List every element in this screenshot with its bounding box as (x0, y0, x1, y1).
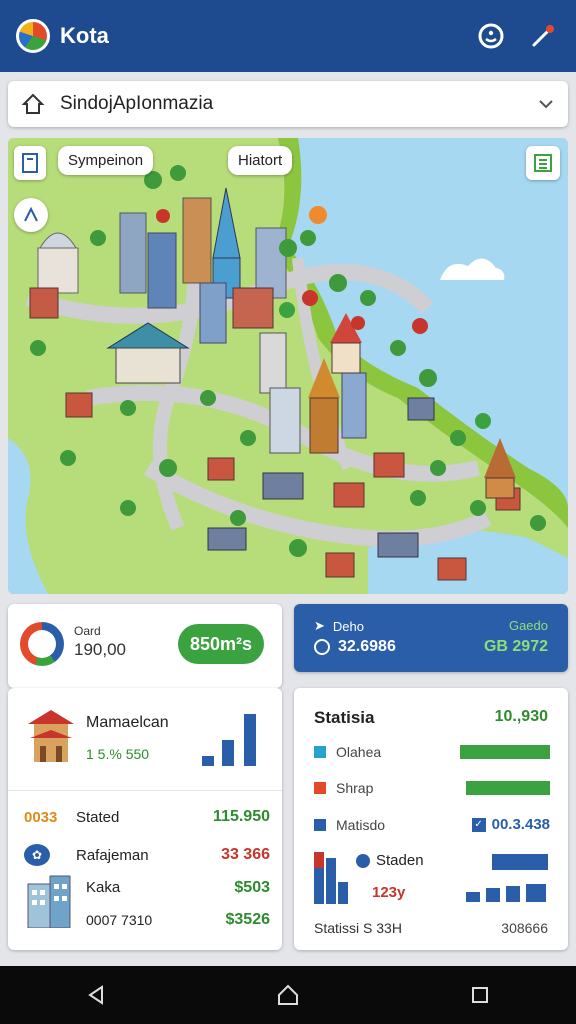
chart-bar (466, 892, 480, 902)
place-title: Mamaelcan (86, 714, 169, 731)
gaedo-value: GB 2972 (483, 638, 548, 655)
row-value: 33 366 (221, 846, 270, 863)
map-illustration[interactable] (8, 138, 568, 594)
row-value: 115.950 (213, 808, 270, 825)
chart-bar (326, 858, 336, 904)
row-badge: 0033 (24, 808, 58, 826)
distance-pill[interactable]: 850m²s (178, 624, 264, 664)
face-icon (478, 23, 504, 49)
map-label-right[interactable]: Hiatort (228, 146, 293, 175)
stats-bar (460, 745, 550, 759)
stats-row-label: Olahea (336, 744, 382, 760)
statistics-card: Statisia 10.,930 Olahea Shrap Matisdo ✓ … (294, 688, 568, 950)
chart-bar (338, 882, 348, 904)
stats-footer-value: 308666 (501, 920, 548, 936)
list-item[interactable]: ✿ Rafajeman 33 366 (24, 844, 270, 866)
row-label: 0007 7310 (86, 912, 153, 928)
layers-button[interactable] (14, 146, 46, 180)
pin-icon (532, 25, 554, 47)
stats-row-label: Matisdo (336, 816, 386, 833)
place-values: 1 5.% 550 (86, 746, 150, 762)
chart-bar (314, 868, 324, 904)
row-label: Kaka (86, 879, 121, 896)
stats-row-value: 00.3.438 (491, 816, 550, 833)
back-triangle-icon (88, 985, 103, 1005)
back-button[interactable] (76, 975, 116, 1015)
stats-row[interactable]: Matisdo ✓ 00.3.438 (314, 816, 550, 833)
legend-marker (314, 818, 326, 831)
gear-icon: ✿ (24, 844, 50, 866)
map-label-left[interactable]: Sympeinon (58, 146, 154, 175)
donut-chart-icon (20, 622, 64, 666)
legend-marker (314, 782, 326, 794)
app-title: Kota (60, 23, 109, 48)
circle-icon (314, 639, 330, 655)
check-icon: ✓ (471, 817, 486, 832)
row-value: $3526 (225, 910, 271, 928)
info-dot-icon (356, 853, 370, 868)
mini-bar (244, 714, 256, 766)
deho-value: 32.6986 (338, 638, 396, 655)
temple-icon (26, 706, 76, 764)
stats-row[interactable]: Shrap (314, 780, 550, 796)
home-icon[interactable] (20, 91, 46, 117)
list-button[interactable] (526, 146, 560, 180)
search-input[interactable]: SindojApIonmazia (60, 93, 536, 115)
square-icon (472, 987, 488, 1003)
city-map[interactable]: Sympeinon Hiatort (8, 138, 568, 594)
stats-bar (466, 781, 550, 795)
dash-bar-chart (466, 884, 546, 902)
row-label: Stated (76, 808, 120, 826)
building-icon (27, 875, 71, 929)
chart-bar (506, 886, 520, 902)
search-bar[interactable]: SindojApIonmazia (8, 81, 568, 127)
blue-stats-card[interactable]: ➤ Deho 32.6986 Gaedo GB 2972 (294, 604, 568, 672)
locate-button[interactable] (14, 198, 48, 232)
stats-row[interactable]: Olahea (314, 744, 550, 760)
places-list-card: Mamaelcan 1 5.% 550 0033 Stated 115.950 … (8, 688, 282, 950)
edit-button[interactable] (526, 19, 560, 53)
summary-value: 190,00 (74, 640, 126, 659)
list-icon (534, 154, 552, 172)
divider (8, 790, 282, 791)
stats-title-value: 10.,930 (494, 708, 548, 725)
chart-label: Staden (376, 852, 424, 869)
mini-bar (222, 740, 234, 766)
recents-button[interactable] (460, 975, 500, 1015)
list-item[interactable]: Kaka 0007 7310 $503 $3526 (24, 874, 270, 933)
chart-bar (486, 888, 500, 902)
stacked-bar-chart (314, 852, 348, 904)
document-icon (22, 153, 38, 173)
chart-bar (492, 854, 548, 870)
system-nav-bar (0, 966, 576, 1024)
home-nav-icon (278, 984, 298, 1005)
compass-icon (24, 206, 38, 222)
row-label: Rafajeman (76, 846, 149, 864)
app-logo-icon (16, 19, 50, 53)
account-button[interactable] (474, 19, 508, 53)
stats-row-label: Shrap (336, 780, 374, 796)
chart-bar (526, 884, 546, 902)
deho-label: Deho (332, 618, 364, 634)
chart-sub-value: 123y (372, 884, 406, 901)
summary-card[interactable]: Oard 190,00 850m²s (8, 604, 282, 688)
home-button[interactable] (268, 975, 308, 1015)
chevron-down-icon[interactable] (536, 94, 556, 114)
nav-arrow-icon: ➤ (314, 618, 325, 633)
mini-bar (202, 756, 214, 766)
gaedo-label: Gaedo (508, 618, 548, 633)
app-bar: Kota (0, 0, 576, 72)
summary-label: Oard (74, 624, 101, 638)
stats-title: Statisia (314, 708, 375, 727)
row-value: $503 (234, 878, 270, 896)
mini-bar-chart (202, 714, 256, 766)
list-item[interactable]: 0033 Stated 115.950 (24, 808, 270, 826)
legend-marker (314, 746, 326, 758)
stats-footer-label: Statissi S 33H (314, 920, 402, 936)
